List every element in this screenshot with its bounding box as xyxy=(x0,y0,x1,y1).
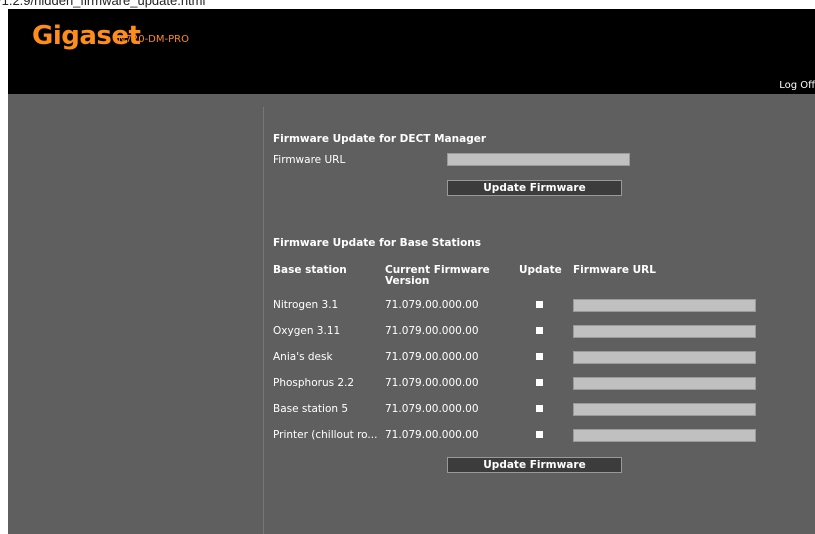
model-name: N720-DM-PRO xyxy=(118,34,189,45)
browser-url-text: /1.2.9/hidden_firmware_update.html xyxy=(0,0,206,8)
table-row: Ania's desk 71.079.00.000.00 xyxy=(8,351,815,365)
base-station-firmware-url-input[interactable] xyxy=(573,429,756,442)
base-station-firmware-url-input[interactable] xyxy=(573,299,756,312)
base-station-name: Base station 5 xyxy=(273,403,349,415)
base-station-name: Nitrogen 3.1 xyxy=(273,299,339,311)
base-station-firmware-url-input[interactable] xyxy=(573,377,756,390)
table-row: Printer (chillout ro... 71.079.00.000.00 xyxy=(8,429,815,443)
column-header-update: Update xyxy=(519,264,562,276)
dect-firmware-url-label: Firmware URL xyxy=(273,154,346,166)
firmware-version: 71.079.00.000.00 xyxy=(385,377,479,389)
dect-manager-section-title: Firmware Update for DECT Manager xyxy=(273,133,487,145)
firmware-version: 71.079.00.000.00 xyxy=(385,325,479,337)
base-station-name: Printer (chillout ro... xyxy=(273,429,378,441)
column-header-base-station: Base station xyxy=(273,264,347,276)
logoff-link[interactable]: Log Off xyxy=(779,80,815,91)
update-checkbox[interactable] xyxy=(536,327,543,334)
update-checkbox[interactable] xyxy=(536,405,543,412)
dect-firmware-url-input[interactable] xyxy=(447,153,630,166)
table-row: Phosphorus 2.2 71.079.00.000.00 xyxy=(8,377,815,391)
firmware-version: 71.079.00.000.00 xyxy=(385,299,479,311)
table-row: Base station 5 71.079.00.000.00 xyxy=(8,403,815,417)
firmware-version: 71.079.00.000.00 xyxy=(385,351,479,363)
base-station-name: Ania's desk xyxy=(273,351,333,363)
base-station-name: Phosphorus 2.2 xyxy=(273,377,355,389)
update-checkbox[interactable] xyxy=(536,301,543,308)
base-station-name: Oxygen 3.11 xyxy=(273,325,341,337)
app-window: Gigaset N720-DM-PRO Log Off Firmware Upd… xyxy=(8,9,815,534)
base-stations-section-title: Firmware Update for Base Stations xyxy=(273,237,482,249)
sidebar-divider xyxy=(263,107,264,534)
update-checkbox[interactable] xyxy=(536,353,543,360)
firmware-version: 71.079.00.000.00 xyxy=(385,403,479,415)
column-header-firmware-version: Current Firmware Version xyxy=(385,264,490,287)
header-bar: Gigaset N720-DM-PRO Log Off xyxy=(8,9,815,94)
dect-update-firmware-button[interactable]: Update Firmware xyxy=(447,180,622,196)
update-checkbox[interactable] xyxy=(536,431,543,438)
base-station-firmware-url-input[interactable] xyxy=(573,351,756,364)
table-row: Oxygen 3.11 71.079.00.000.00 xyxy=(8,325,815,339)
firmware-version: 71.079.00.000.00 xyxy=(385,429,479,441)
base-stations-update-firmware-button[interactable]: Update Firmware xyxy=(447,457,622,473)
update-checkbox[interactable] xyxy=(536,379,543,386)
browser-url-bar: /1.2.9/hidden_firmware_update.html xyxy=(0,0,815,9)
base-station-firmware-url-input[interactable] xyxy=(573,325,756,338)
base-station-firmware-url-input[interactable] xyxy=(573,403,756,416)
column-header-firmware-url: Firmware URL xyxy=(573,264,656,276)
table-row: Nitrogen 3.1 71.079.00.000.00 xyxy=(8,299,815,313)
